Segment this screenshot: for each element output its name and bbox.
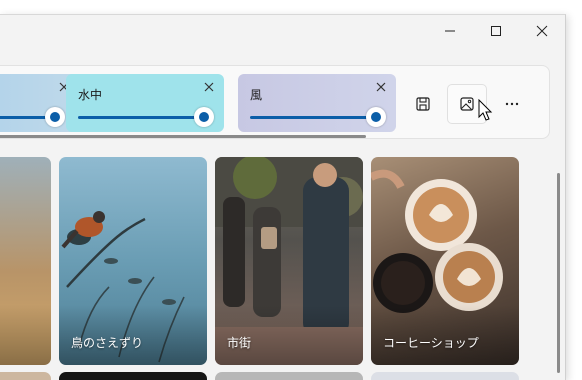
tile-label: 市街	[227, 336, 252, 350]
more-options-button[interactable]	[492, 84, 532, 124]
save-icon	[416, 97, 430, 111]
sound-card-label: 風	[250, 88, 263, 102]
close-button[interactable]	[519, 15, 565, 47]
sound-card-wind: 風	[238, 74, 396, 132]
mouse-pointer-icon	[478, 99, 493, 121]
tile-shade	[0, 305, 51, 365]
vertical-scrollbar[interactable]	[557, 173, 560, 373]
remove-sound-icon[interactable]	[202, 80, 216, 94]
sound-card-underwater: 水中	[66, 74, 224, 132]
image-icon	[460, 97, 474, 111]
tile-label: コーヒーショップ	[383, 336, 479, 350]
horizontal-scrollbar[interactable]	[0, 135, 366, 138]
sound-tile[interactable]	[0, 157, 51, 365]
app-window: 水中 風 鳥のさえずり 市街 コーヒーショップ	[0, 14, 566, 380]
sound-card-label: 水中	[78, 88, 103, 102]
sound-mixer-bar: 水中 風	[0, 65, 550, 139]
sound-tile-partial[interactable]	[215, 372, 363, 380]
volume-slider-thumb[interactable]	[194, 107, 214, 127]
volume-track	[250, 116, 376, 119]
minimize-icon	[445, 30, 455, 32]
more-icon	[505, 102, 519, 106]
sound-tile-partial[interactable]	[59, 372, 207, 380]
sound-tile-birdsong[interactable]: 鳥のさえずり	[59, 157, 207, 365]
tile-label: 鳥のさえずり	[71, 336, 144, 350]
caption-buttons	[427, 15, 565, 47]
maximize-icon	[491, 26, 501, 36]
sound-tile-partial[interactable]	[0, 372, 51, 380]
minimize-button[interactable]	[427, 15, 473, 47]
maximize-button[interactable]	[473, 15, 519, 47]
volume-track	[78, 116, 204, 119]
remove-sound-icon[interactable]	[374, 80, 388, 94]
close-icon	[536, 25, 548, 37]
volume-slider-thumb[interactable]	[366, 107, 386, 127]
sound-tile-coffee-shop[interactable]: コーヒーショップ	[371, 157, 519, 365]
sound-tile-city[interactable]: 市街	[215, 157, 363, 365]
sound-tile-partial[interactable]	[371, 372, 519, 380]
save-mix-button[interactable]	[403, 84, 443, 124]
volume-slider-thumb[interactable]	[45, 107, 65, 127]
